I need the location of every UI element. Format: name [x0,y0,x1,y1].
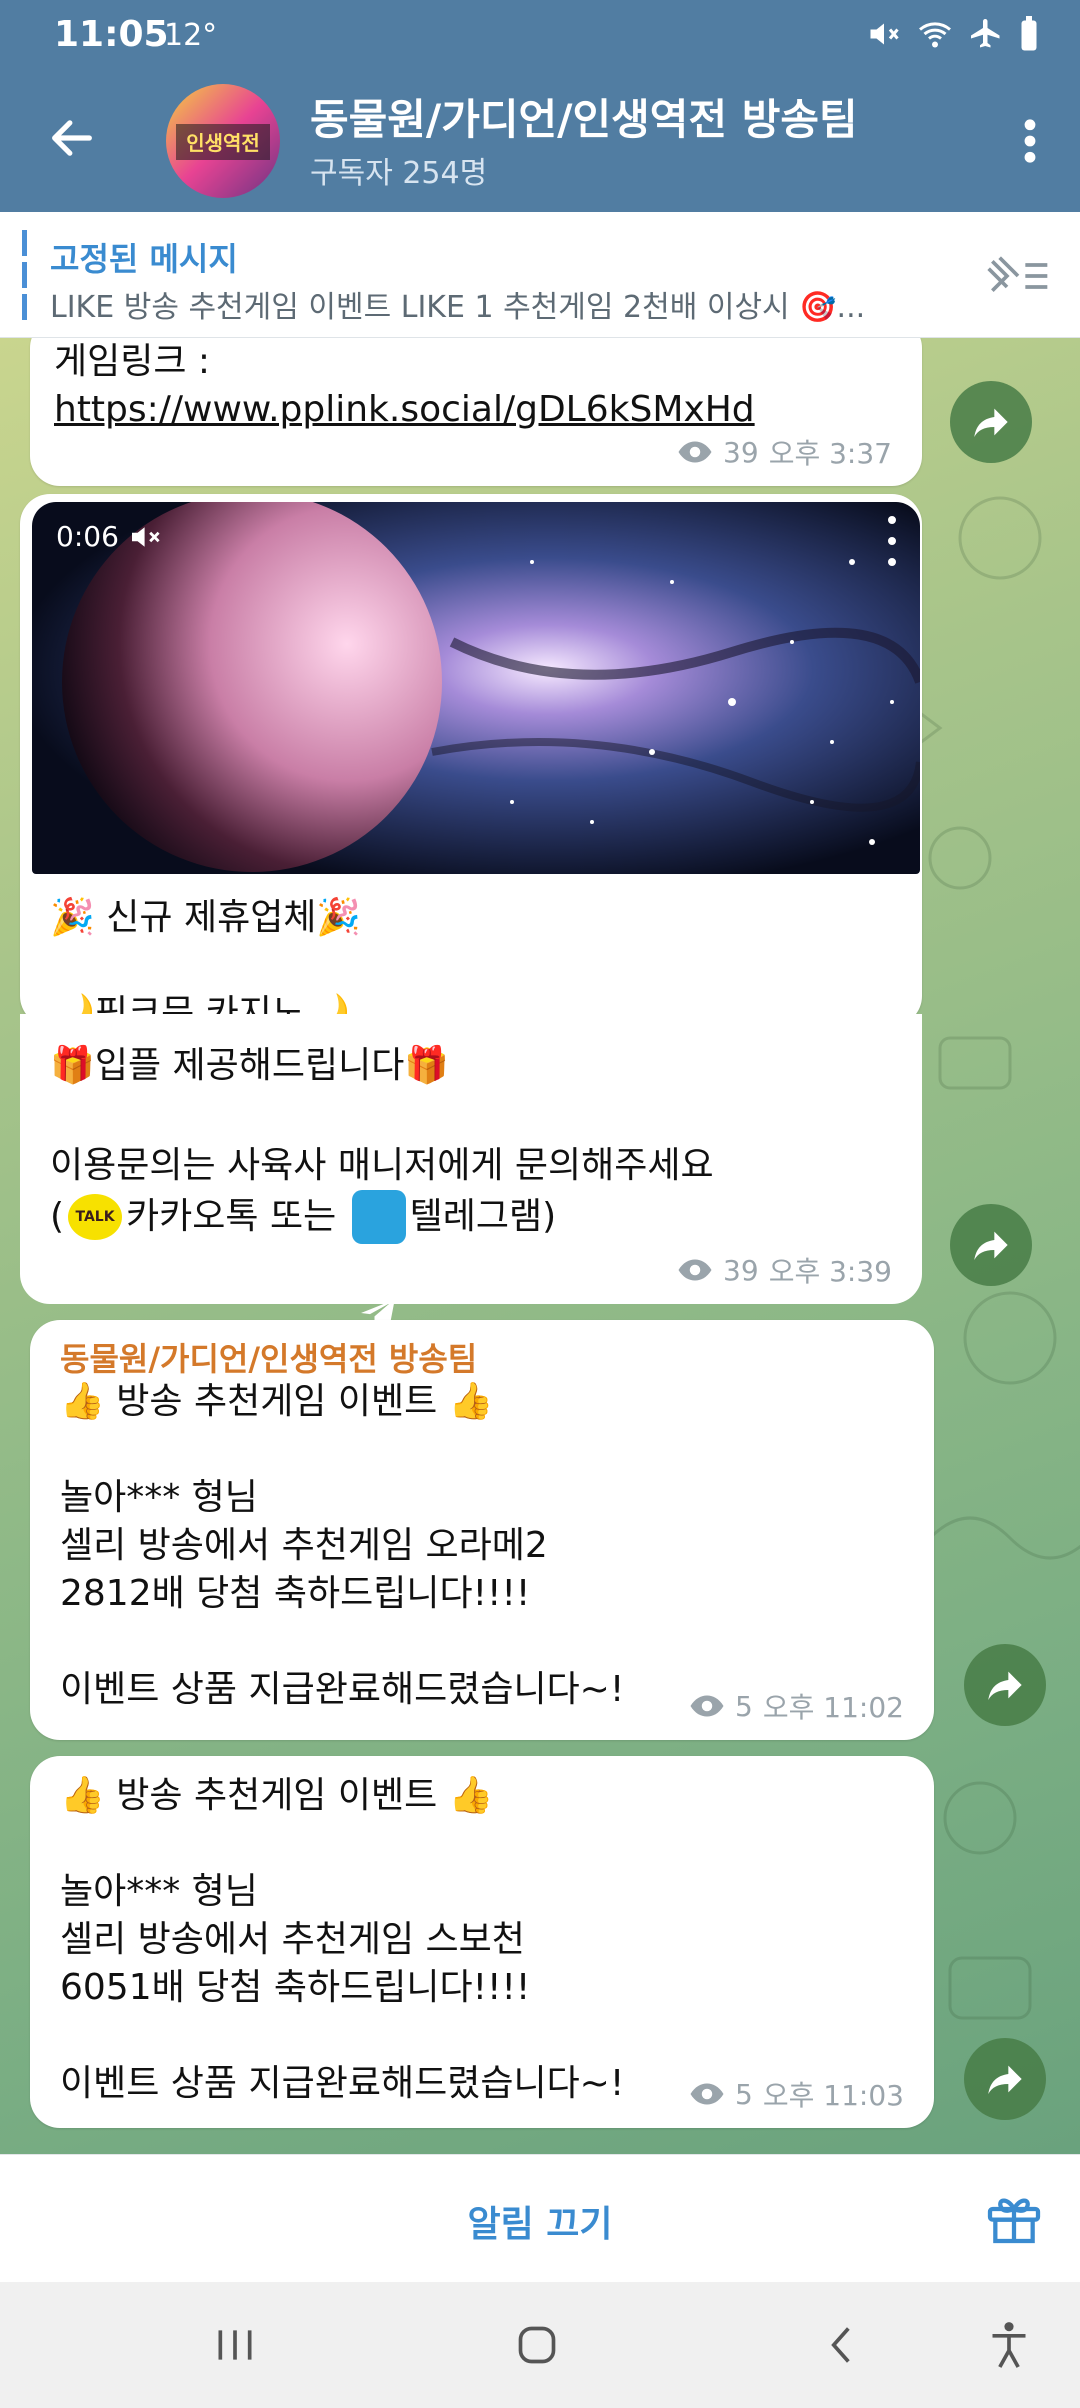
views-icon [690,2083,724,2105]
share-button[interactable] [964,2038,1046,2120]
chat-header: 인생역전 동물원/가디언/인생역전 방송팀 구독자 254명 [0,70,1080,212]
video-muted-icon[interactable] [129,523,163,551]
more-vertical-icon [1024,119,1036,163]
message-time: 오후 11:03 [762,2079,904,2112]
share-arrow-icon [988,1671,1022,1700]
accessibility-icon [992,2322,1026,2368]
message-line: 🎉 신규 제휴업체🎉 [50,897,362,938]
channel-avatar[interactable]: 인생역전 [166,84,280,198]
message-time: 오후 3:37 [768,437,892,470]
telegram-icon [351,1190,406,1329]
message-time: 오후 11:02 [762,1691,904,1724]
message-bubble[interactable]: 게임링크 : https://www.pplink.social/gDL6kSM… [30,338,922,486]
message-meta: 5 오후 11:03 [689,2074,904,2114]
video-player[interactable]: 0:06 [32,502,920,874]
home-button[interactable] [502,2312,572,2378]
view-count: 39 [723,1253,759,1287]
chat-area[interactable]: 게임링크 : https://www.pplink.social/gDL6kSM… [0,338,1080,2154]
airplane-icon [971,19,1000,48]
more-options-button[interactable] [1000,106,1060,176]
system-back-button[interactable] [806,2312,876,2378]
share-arrow-icon [988,2065,1022,2094]
pin-list-icon [987,256,1048,292]
status-icons [866,16,1040,52]
status-temperature: 12° [164,18,218,53]
game-link[interactable]: https://www.pplink.social/gDL6kSMxHd [54,386,755,434]
gift-icon [987,2198,1041,2244]
views-icon [690,1695,724,1717]
video-menu-button[interactable] [882,516,902,566]
message-bubble-cont[interactable]: 🎁입플 제공해드립니다🎁 이용문의는 사육사 매니저에게 문의해주세요 ( TA… [20,1014,922,1329]
arrow-left-icon [52,120,92,156]
video-thumbnail [32,502,920,874]
message-bubble[interactable]: 동물원/가디언/인생역전 방송팀 👍 방송 추천게임 이벤트 👍 놀아*** 형… [30,1320,934,1740]
paren-open: ( [50,1196,65,1237]
wifi-icon [919,22,951,48]
message-time: 오후 3:39 [768,1255,892,1288]
message-text: 👍 방송 추천게임 이벤트 👍 놀아*** 형님 셀리 방송에서 추천게임 스보… [60,1775,625,2104]
status-time: 11:05 [54,14,169,55]
view-count: 5 [735,1689,753,1723]
view-count: 39 [723,435,759,469]
pinned-indicator [22,230,27,322]
pinned-label: 고정된 메시지 [50,240,238,278]
message-bubble[interactable]: 👍 방송 추천게임 이벤트 👍 놀아*** 형님 셀리 방송에서 추천게임 스보… [30,1756,934,2128]
battery-icon [1021,16,1037,51]
message-text: 게임링크 : [54,341,211,382]
back-button[interactable] [40,106,104,170]
recent-apps-button[interactable] [200,2312,270,2378]
status-bar: 11:05 12° [0,0,1080,70]
home-icon [518,2326,556,2364]
kakaotalk-text: 카카오톡 또는 [126,1196,348,1237]
pinned-message-bar[interactable]: 고정된 메시지 LIKE 방송 추천게임 이벤트 LIKE 1 추천게임 2천배… [0,212,1080,338]
share-arrow-icon [974,1231,1008,1260]
bottom-action-bar: 알림 끄기 [0,2154,1080,2282]
views-icon [678,441,712,463]
message-meta: 5 오후 11:02 [689,1686,904,1726]
share-arrow-icon [974,408,1008,437]
channel-title[interactable]: 동물원/가디언/인생역전 방송팀 [310,86,858,147]
subscriber-count: 구독자 254명 [310,156,488,191]
sender-name[interactable]: 동물원/가디언/인생역전 방송팀 [60,1334,477,1380]
share-button[interactable] [950,381,1032,463]
message-text: 👍 방송 추천게임 이벤트 👍 놀아*** 형님 셀리 방송에서 추천게임 오라… [60,1381,625,1710]
mute-notifications-button[interactable]: 알림 끄기 [0,2195,1080,2247]
mute-icon [870,23,899,45]
views-icon [678,1259,712,1281]
gift-button[interactable] [982,2185,1046,2249]
message-bubble[interactable]: 0:06 🎉 신규 제휴업체🎉 🌙핑크문 카지노🌙 [20,494,922,1034]
pinned-preview: LIKE 방송 추천게임 이벤트 LIKE 1 추천게임 2천배 이상시 🎯..… [50,290,866,325]
avatar-text: 인생역전 [186,131,260,155]
share-button[interactable] [964,1644,1046,1726]
chevron-left-icon [831,2327,850,2363]
message-line: 🎁입플 제공해드립니다🎁 [50,1045,450,1086]
share-button[interactable] [950,1204,1032,1286]
accessibility-button[interactable] [974,2312,1044,2378]
view-count: 5 [735,2077,753,2111]
pinned-list-button[interactable] [982,246,1054,306]
recent-apps-icon [218,2330,252,2360]
message-line: 이용문의는 사육사 매니저에게 문의해주세요 [50,1145,714,1186]
kakaotalk-icon: TALK [68,1194,123,1240]
message-line: ( TALK 카카오톡 또는 텔레그램) [50,1190,557,1329]
telegram-text: 텔레그램) [409,1196,557,1237]
message-meta: 39 오후 3:37 [677,432,892,472]
system-navigation-bar [0,2282,1080,2408]
message-meta: 39 오후 3:39 [677,1250,892,1290]
video-duration: 0:06 [56,520,163,553]
video-time-text: 0:06 [56,520,119,553]
